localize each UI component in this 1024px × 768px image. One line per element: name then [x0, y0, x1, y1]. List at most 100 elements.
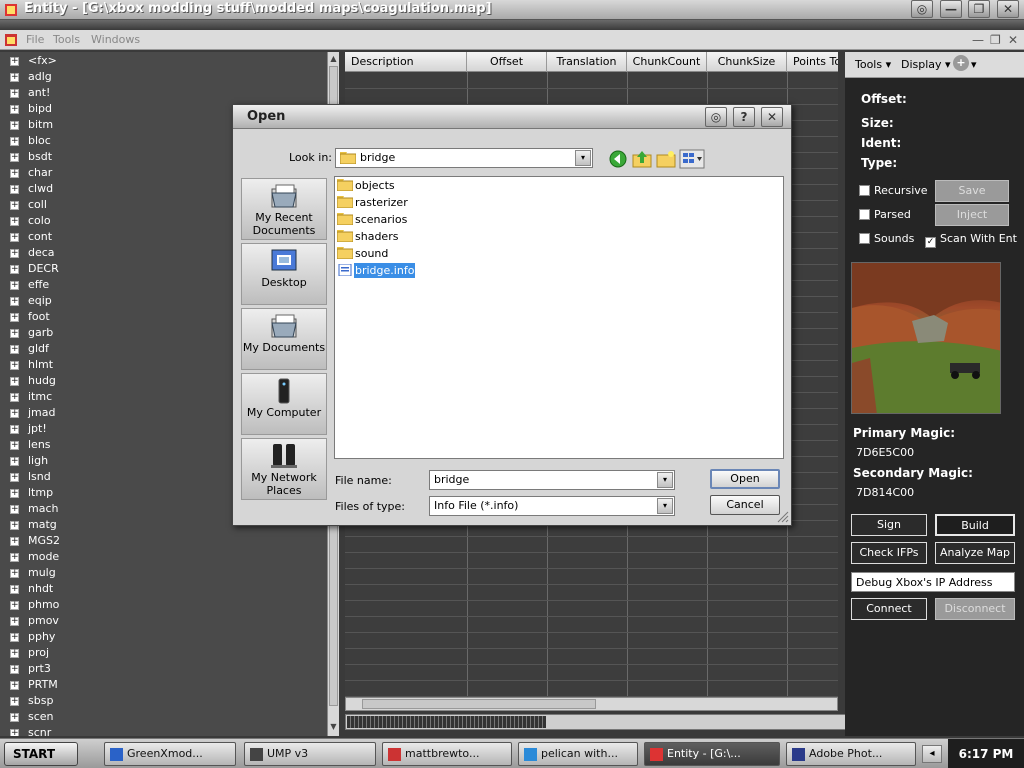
sounds-checkbox[interactable]: Sounds [859, 232, 914, 245]
column-points-to[interactable]: Points To [787, 52, 838, 72]
close-button[interactable]: ✕ [997, 0, 1019, 18]
column-description[interactable]: Description [345, 52, 467, 72]
expand-icon[interactable]: + [10, 409, 19, 418]
taskbar-item[interactable]: Adobe Phot... [786, 742, 916, 766]
expand-icon[interactable]: + [10, 169, 19, 178]
expand-icon[interactable]: + [10, 281, 19, 290]
dialog-help-button[interactable]: ? [733, 107, 755, 127]
expand-icon[interactable]: + [10, 617, 19, 626]
file-list-item[interactable]: scenarios [337, 213, 408, 229]
taskbar-item[interactable]: Entity - [G:\... [644, 742, 780, 766]
column-offset[interactable]: Offset [467, 52, 547, 72]
taskbar-item[interactable]: mattbrewto... [382, 742, 512, 766]
expand-icon[interactable]: + [10, 569, 19, 578]
mdi-child-icon[interactable] [5, 34, 17, 46]
menu-tools[interactable]: Tools [53, 33, 80, 46]
expand-icon[interactable]: + [10, 649, 19, 658]
view-menu-icon[interactable] [679, 149, 705, 169]
dialog-close-button[interactable]: ✕ [761, 107, 783, 127]
maximize-button[interactable]: ❐ [968, 0, 990, 18]
sign-button[interactable]: Sign [851, 514, 927, 536]
column-translation[interactable]: Translation [547, 52, 627, 72]
expand-icon[interactable]: + [10, 89, 19, 98]
menu-file[interactable]: File [26, 33, 44, 46]
file-list-item[interactable]: shaders [337, 230, 399, 246]
expand-icon[interactable]: + [10, 153, 19, 162]
expand-icon[interactable]: + [10, 601, 19, 610]
expand-icon[interactable]: + [10, 377, 19, 386]
taskbar-item[interactable]: UMP v3 [244, 742, 376, 766]
expand-icon[interactable]: + [10, 441, 19, 450]
expand-icon[interactable]: + [10, 505, 19, 514]
analyze-map-button[interactable]: Analyze Map [935, 542, 1015, 564]
expand-icon[interactable]: + [10, 217, 19, 226]
taskbar-item[interactable]: GreenXmod... [104, 742, 236, 766]
places-recent-documents[interactable]: My Recent Documents [241, 178, 327, 240]
parsed-checkbox[interactable]: Parsed [859, 208, 911, 221]
dialog-options-icon[interactable]: ◎ [705, 107, 727, 127]
expand-icon[interactable]: + [10, 249, 19, 258]
checkbox-box[interactable] [859, 185, 870, 196]
disconnect-button[interactable]: Disconnect [935, 598, 1015, 620]
scroll-down-icon[interactable]: ▼ [328, 722, 339, 734]
check-ifps-button[interactable]: Check IFPs [851, 542, 927, 564]
mdi-restore-button[interactable]: ❐ [990, 33, 1001, 47]
expand-icon[interactable]: + [10, 185, 19, 194]
files-of-type-select[interactable]: Info File (*.info) ▾ [429, 496, 675, 516]
places-my-documents[interactable]: My Documents [241, 308, 327, 370]
file-list-item[interactable]: sound [337, 247, 389, 263]
expand-icon[interactable]: + [10, 585, 19, 594]
open-button[interactable]: Open [710, 469, 780, 489]
display-dropdown[interactable]: Display ▾ [901, 58, 951, 71]
expand-icon[interactable]: + [10, 665, 19, 674]
inject-button[interactable]: Inject [935, 204, 1009, 226]
expand-icon[interactable]: + [10, 233, 19, 242]
check-icon[interactable]: ✓ [925, 237, 936, 248]
xbox-ip-input[interactable]: Debug Xbox's IP Address [851, 572, 1015, 592]
file-list-item[interactable]: objects [337, 179, 396, 195]
places-my-network-places[interactable]: My Network Places [241, 438, 327, 500]
back-icon[interactable] [607, 149, 629, 169]
scan-with-ent-checkbox[interactable]: ✓ Scan With Ent [925, 232, 1017, 248]
expand-icon[interactable]: + [10, 425, 19, 434]
expand-icon[interactable]: + [10, 345, 19, 354]
connect-button[interactable]: Connect [851, 598, 927, 620]
chevron-down-icon[interactable]: ▾ [971, 58, 977, 71]
expand-icon[interactable]: + [10, 697, 19, 706]
column-chunksize[interactable]: ChunkSize [707, 52, 787, 72]
expand-icon[interactable]: + [10, 681, 19, 690]
expand-icon[interactable]: + [10, 313, 19, 322]
expand-icon[interactable]: + [10, 361, 19, 370]
expand-icon[interactable]: + [10, 105, 19, 114]
add-icon[interactable]: + [953, 55, 969, 71]
checkbox-box[interactable] [859, 209, 870, 220]
expand-icon[interactable]: + [10, 137, 19, 146]
save-button[interactable]: Save [935, 180, 1009, 202]
chevron-down-icon[interactable]: ▾ [657, 472, 673, 488]
up-folder-icon[interactable] [631, 149, 653, 169]
mdi-close-button[interactable]: ✕ [1008, 33, 1018, 47]
expand-icon[interactable]: + [10, 729, 19, 736]
chevron-down-icon[interactable]: ▾ [657, 498, 673, 514]
file-list[interactable]: objects rasterizer scenarios shaders sound br… [334, 176, 784, 459]
recursive-checkbox[interactable]: Recursive [859, 184, 928, 197]
expand-icon[interactable]: + [10, 537, 19, 546]
expand-icon[interactable]: + [10, 521, 19, 530]
expand-icon[interactable]: + [10, 473, 19, 482]
tools-dropdown[interactable]: Tools ▾ [855, 58, 891, 71]
file-list-item[interactable]: bridge.info [337, 263, 416, 280]
resize-grip-icon[interactable] [777, 511, 789, 523]
grid-horizontal-scrollbar[interactable] [345, 697, 838, 711]
expand-icon[interactable]: + [10, 489, 19, 498]
places-my-computer[interactable]: My Computer [241, 373, 327, 435]
expand-icon[interactable]: + [10, 265, 19, 274]
start-button[interactable]: START [4, 742, 78, 766]
look-in-select[interactable]: bridge ▾ [335, 148, 593, 168]
column-chunkcount[interactable]: ChunkCount [627, 52, 707, 72]
scroll-up-icon[interactable]: ▲ [328, 54, 339, 66]
expand-icon[interactable]: + [10, 393, 19, 402]
expand-icon[interactable]: + [10, 201, 19, 210]
expand-icon[interactable]: + [10, 457, 19, 466]
chevron-down-icon[interactable]: ▾ [575, 150, 591, 166]
cancel-button[interactable]: Cancel [710, 495, 780, 515]
